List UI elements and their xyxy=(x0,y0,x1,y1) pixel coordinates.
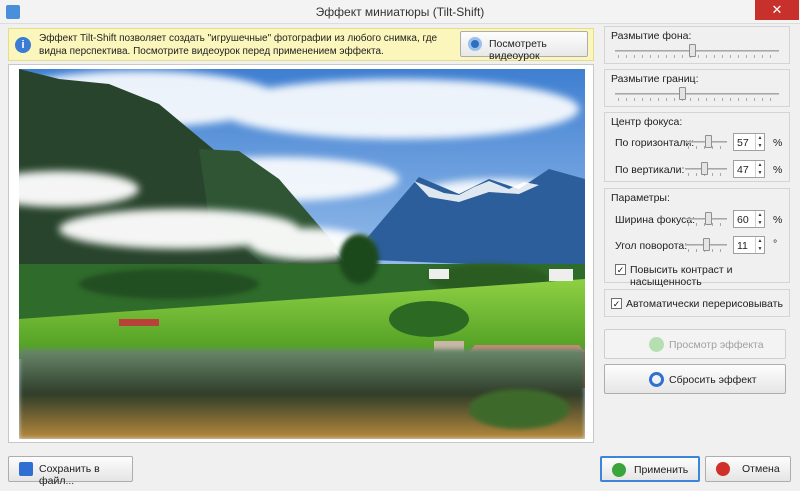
preview-area xyxy=(8,64,594,443)
rotation-label: Угол поворота: xyxy=(615,240,688,252)
edge-blur-thumb[interactable] xyxy=(679,87,686,100)
parameters-title: Параметры: xyxy=(611,192,670,204)
auto-redraw-group: ✓ Автоматически перерисовывать xyxy=(604,289,790,317)
focus-width-value: 60 xyxy=(737,214,749,226)
vertical-spinner[interactable]: 47 ▲ ▼ xyxy=(733,160,765,178)
cancel-button[interactable]: Отмена xyxy=(705,456,791,482)
save-to-file-label: Сохранить в файл... xyxy=(39,463,100,487)
play-icon xyxy=(649,337,664,352)
rotation-slider[interactable] xyxy=(685,238,727,252)
percent-unit: % xyxy=(773,214,783,226)
webcam-icon xyxy=(468,37,482,51)
spinner-arrows-icon[interactable]: ▲ ▼ xyxy=(755,134,764,150)
edge-blur-label: Размытие границ: xyxy=(611,73,699,85)
window-title: Эффект миниатюры (Tilt-Shift) xyxy=(315,5,485,19)
contrast-label[interactable]: Повысить контраст и насыщенность xyxy=(630,264,789,288)
reset-effect-label: Сбросить эффект xyxy=(669,374,757,386)
focus-center-group: Центр фокуса: По горизонтали: 57 ▲ ▼ % По… xyxy=(604,112,790,182)
horizontal-spinner[interactable]: 57 ▲ ▼ xyxy=(733,133,765,151)
percent-unit: % xyxy=(773,137,783,149)
horizontal-label: По горизонтали: xyxy=(615,137,695,149)
title-bar: Эффект миниатюры (Tilt-Shift) ✕ xyxy=(0,0,800,24)
horizontal-slider[interactable] xyxy=(685,135,727,149)
spinner-arrows-icon[interactable]: ▲ ▼ xyxy=(755,237,764,253)
watch-video-label: Посмотреть видеоурок xyxy=(489,38,547,62)
focus-width-label: Ширина фокуса: xyxy=(615,214,696,226)
contrast-checkbox[interactable]: ✓ xyxy=(615,264,626,275)
bottom-bar: Сохранить в файл... Применить Отмена xyxy=(0,447,800,491)
focus-width-spinner[interactable]: 60 ▲ ▼ xyxy=(733,210,765,228)
vertical-slider[interactable] xyxy=(685,162,727,176)
edge-blur-group: Размытие границ: xyxy=(604,69,790,107)
close-button[interactable]: ✕ xyxy=(755,0,799,20)
edge-blur-slider[interactable] xyxy=(615,87,779,101)
cancel-label: Отмена xyxy=(742,463,780,475)
info-icon: i xyxy=(15,37,31,53)
parameters-group: Параметры: Ширина фокуса: 60 ▲ ▼ % Угол п… xyxy=(604,188,790,288)
watch-video-button[interactable]: Посмотреть видеоурок xyxy=(460,31,588,62)
apply-label: Применить xyxy=(634,464,689,476)
info-bar: i Эффект Tilt-Shift позволяет создать "и… xyxy=(8,28,594,62)
background-blur-thumb[interactable] xyxy=(689,44,696,57)
info-text: Эффект Tilt-Shift позволяет создать "игр… xyxy=(39,33,438,57)
auto-redraw-checkbox[interactable]: ✓ xyxy=(611,298,622,309)
reset-icon xyxy=(649,372,664,387)
preview-effect-label: Просмотр эффекта xyxy=(669,339,764,351)
auto-redraw-label[interactable]: Автоматически перерисовывать xyxy=(626,298,783,310)
background-blur-group: Размытие фона: xyxy=(604,26,790,64)
focus-width-slider[interactable] xyxy=(685,212,727,226)
spinner-arrows-icon[interactable]: ▲ ▼ xyxy=(755,211,764,227)
cancel-icon xyxy=(716,462,730,476)
vertical-value: 47 xyxy=(737,164,749,176)
vertical-label: По вертикали: xyxy=(615,164,685,176)
focus-width-thumb[interactable] xyxy=(705,212,712,225)
floppy-disk-icon xyxy=(19,462,33,476)
horizontal-value: 57 xyxy=(737,137,749,149)
reset-effect-button[interactable]: Сбросить эффект xyxy=(604,364,786,394)
vertical-thumb[interactable] xyxy=(701,162,708,175)
focus-center-title: Центр фокуса: xyxy=(611,116,683,128)
preview-photo xyxy=(19,69,585,439)
percent-unit: % xyxy=(773,164,783,176)
background-blur-slider[interactable] xyxy=(615,44,779,58)
settings-panel: Размытие фона: Размытие границ: Центр фо… xyxy=(600,24,798,445)
horizontal-thumb[interactable] xyxy=(705,135,712,148)
background-blur-label: Размытие фона: xyxy=(611,30,692,42)
save-to-file-button[interactable]: Сохранить в файл... xyxy=(8,456,133,487)
degree-unit: ° xyxy=(773,238,778,250)
check-circle-icon xyxy=(612,463,626,477)
apply-button[interactable]: Применить xyxy=(600,456,700,482)
spinner-arrows-icon[interactable]: ▲ ▼ xyxy=(755,161,764,177)
rotation-spinner[interactable]: 11 ▲ ▼ xyxy=(733,236,765,254)
rotation-value: 11 xyxy=(737,240,748,252)
rotation-thumb[interactable] xyxy=(703,238,710,251)
preview-effect-button[interactable]: Просмотр эффекта xyxy=(604,329,786,359)
